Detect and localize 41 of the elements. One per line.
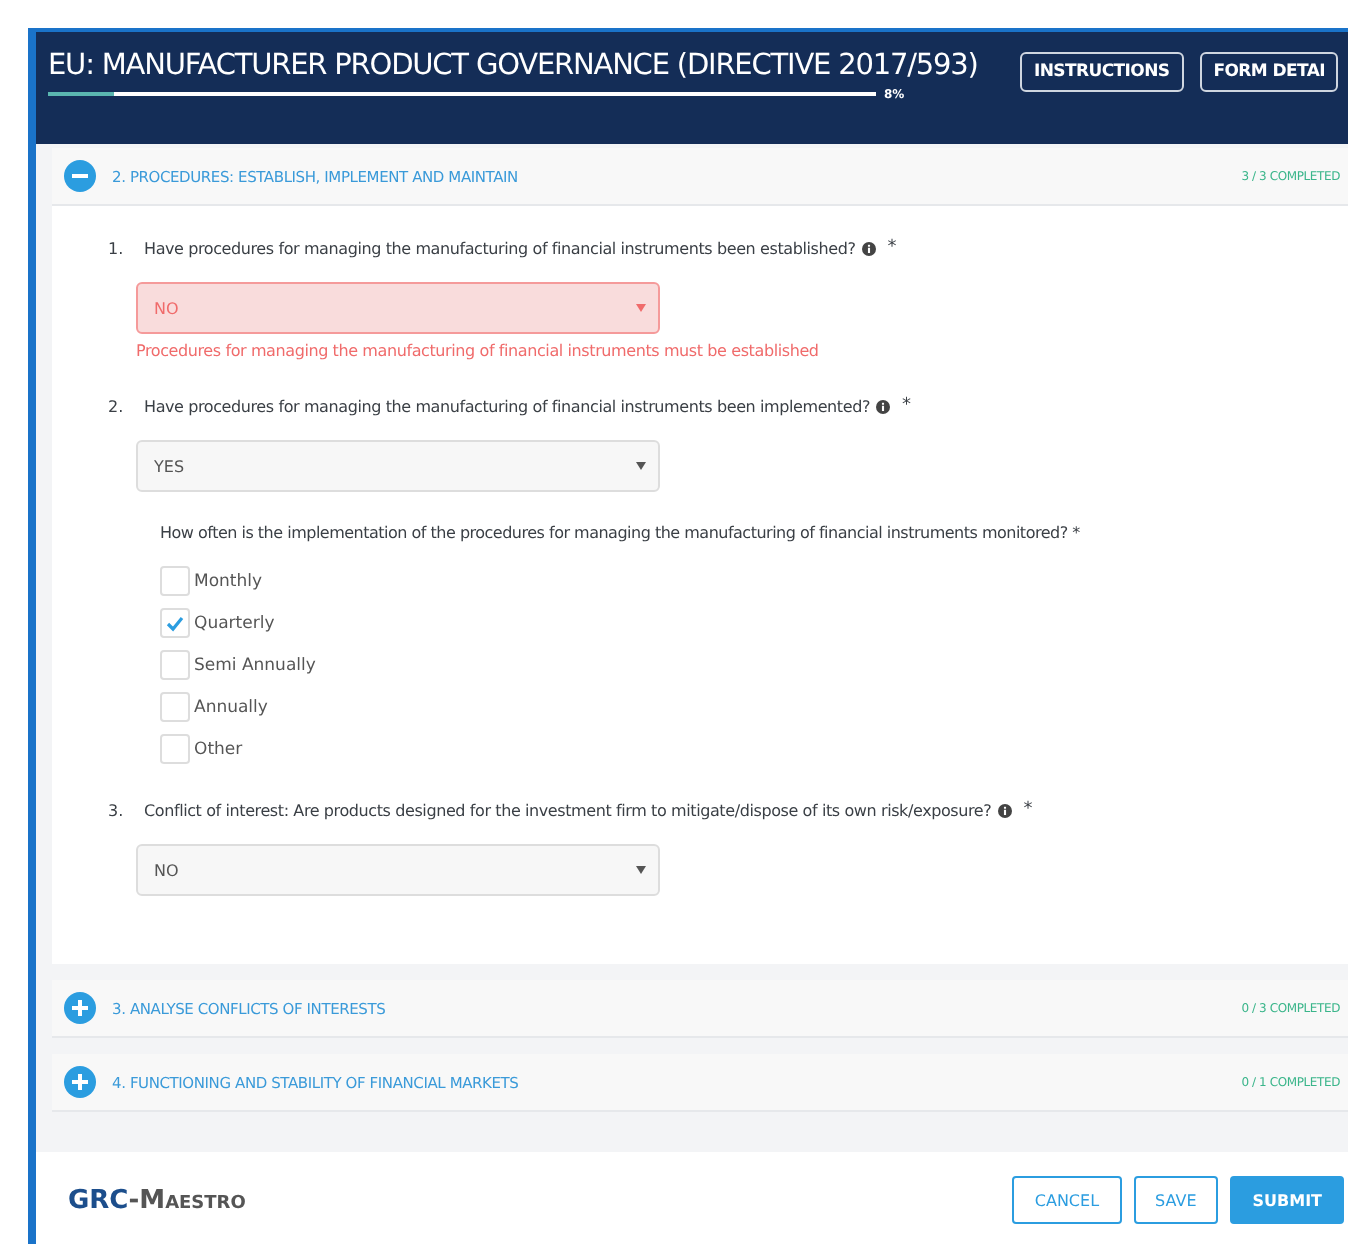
answer-select[interactable]: NO xyxy=(136,282,660,334)
option-label: Quarterly xyxy=(194,613,275,633)
header-button[interactable]: INSTRUCTIONS xyxy=(1020,52,1184,92)
form-title: EU: MANUFACTURER PRODUCT GOVERNANCE (DIRECTIVE 2017/593) xyxy=(48,50,980,82)
logo: GRC-Maestro xyxy=(68,1185,246,1215)
question-number: 2. xyxy=(108,397,126,415)
caret-icon xyxy=(636,866,646,874)
error-message: Procedures for managing the manufacturing of financial instruments must be established xyxy=(136,342,821,360)
expand-icon[interactable] xyxy=(64,1066,96,1098)
answer-select[interactable]: YES xyxy=(136,440,660,492)
option-label: Semi Annually xyxy=(194,655,316,675)
question-text: Conflict of interest: Are products designed for the investment firm to mitigate/dispose of its own risk/exposure? xyxy=(144,801,992,819)
option-label: Annually xyxy=(194,697,268,717)
question-number: 1. xyxy=(108,239,126,257)
primary-button[interactable]: SUBMIT xyxy=(1230,1176,1344,1224)
check-icon xyxy=(166,615,184,631)
info-icon[interactable] xyxy=(861,241,876,255)
required-mark: * xyxy=(1023,800,1033,820)
outline-button[interactable]: CANCEL xyxy=(1012,1176,1122,1224)
followup-question: How often is the implementation of the procedures for managing the manufacturing of financial instruments monitored? * xyxy=(160,524,1082,542)
expand-icon[interactable] xyxy=(64,992,96,1024)
caret-icon xyxy=(636,462,646,470)
option-label: Monthly xyxy=(194,571,263,591)
caret-icon xyxy=(636,304,646,312)
checkbox[interactable] xyxy=(160,566,190,596)
option-label: Other xyxy=(194,739,243,759)
answer-select[interactable]: NO xyxy=(136,844,660,896)
required-mark: * xyxy=(887,238,897,258)
question-text: Have procedures for managing the manufacturing of financial instruments been implemented? xyxy=(144,397,871,415)
checkbox[interactable] xyxy=(160,734,190,764)
checkbox[interactable] xyxy=(160,692,190,722)
required-mark: * xyxy=(902,396,912,416)
outline-button[interactable]: SAVE xyxy=(1133,1176,1219,1224)
header-button[interactable]: FORM DETAI xyxy=(1199,52,1339,92)
question-number: 3. xyxy=(108,801,126,819)
info-icon[interactable] xyxy=(997,803,1012,817)
collapse-icon[interactable] xyxy=(64,160,96,192)
checkbox[interactable] xyxy=(160,608,190,638)
info-icon[interactable] xyxy=(876,399,891,413)
checkbox[interactable] xyxy=(160,650,190,680)
question-text: Have procedures for managing the manufacturing of financial instruments been established? xyxy=(144,239,856,257)
